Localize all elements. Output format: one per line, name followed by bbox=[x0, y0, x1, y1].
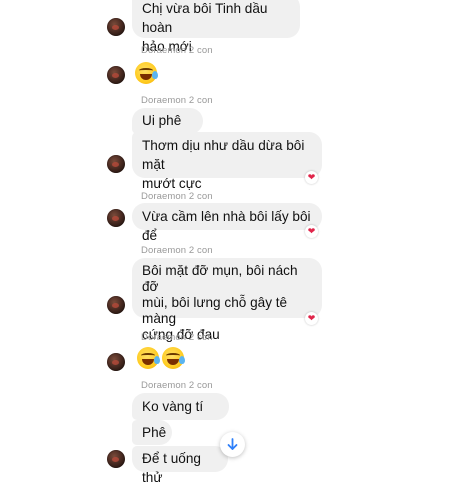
message-bubble[interactable]: Phê bbox=[132, 420, 172, 445]
avatar[interactable] bbox=[107, 18, 125, 36]
message-bubble[interactable]: Ui phê lòi bbox=[132, 108, 203, 147]
avatar[interactable] bbox=[107, 209, 125, 227]
message-bubble[interactable]: Thơm dịu như dầu dừa bôi mặt mướt cực bbox=[132, 132, 322, 191]
avatar[interactable] bbox=[107, 66, 125, 84]
message-bubble[interactable]: Vừa cầm lên nhà bôi lấy bôi để bbox=[132, 203, 322, 243]
heart-reaction-icon[interactable]: ❤ bbox=[305, 225, 318, 238]
sender-name: Doraemon 2 con bbox=[141, 45, 213, 56]
message-bubble[interactable]: Để t uống thử bbox=[132, 446, 228, 485]
chat-thread: Chị vừa bôi Tinh dầu hoàn hảo mới Doraem… bbox=[0, 0, 465, 485]
rofl-emoji-icon[interactable] bbox=[162, 347, 185, 369]
message-bubble[interactable]: Chị vừa bôi Tinh dầu hoàn hảo mới bbox=[132, 0, 300, 54]
sender-name: Doraemon 2 con bbox=[141, 380, 213, 391]
message-bubble[interactable]: Ko vàng tí nào bbox=[132, 393, 229, 433]
rofl-emoji-icon[interactable] bbox=[135, 62, 158, 84]
sender-name: Doraemon 2 con bbox=[141, 332, 213, 343]
avatar[interactable] bbox=[107, 353, 125, 371]
sender-name: Doraemon 2 con bbox=[141, 191, 213, 202]
scroll-to-bottom-button[interactable] bbox=[220, 432, 245, 457]
avatar[interactable] bbox=[107, 450, 125, 468]
avatar[interactable] bbox=[107, 296, 125, 314]
rofl-emoji-icon[interactable] bbox=[137, 347, 160, 369]
sender-name: Doraemon 2 con bbox=[141, 245, 213, 256]
arrow-down-icon bbox=[227, 438, 238, 450]
heart-reaction-icon[interactable]: ❤ bbox=[305, 171, 318, 184]
message-bubble[interactable]: Bôi mặt đỡ mụn, bôi nách đỡ mùi, bôi lưn… bbox=[132, 258, 322, 342]
avatar[interactable] bbox=[107, 155, 125, 173]
sender-name: Doraemon 2 con bbox=[141, 95, 213, 106]
heart-reaction-icon[interactable]: ❤ bbox=[305, 312, 318, 325]
